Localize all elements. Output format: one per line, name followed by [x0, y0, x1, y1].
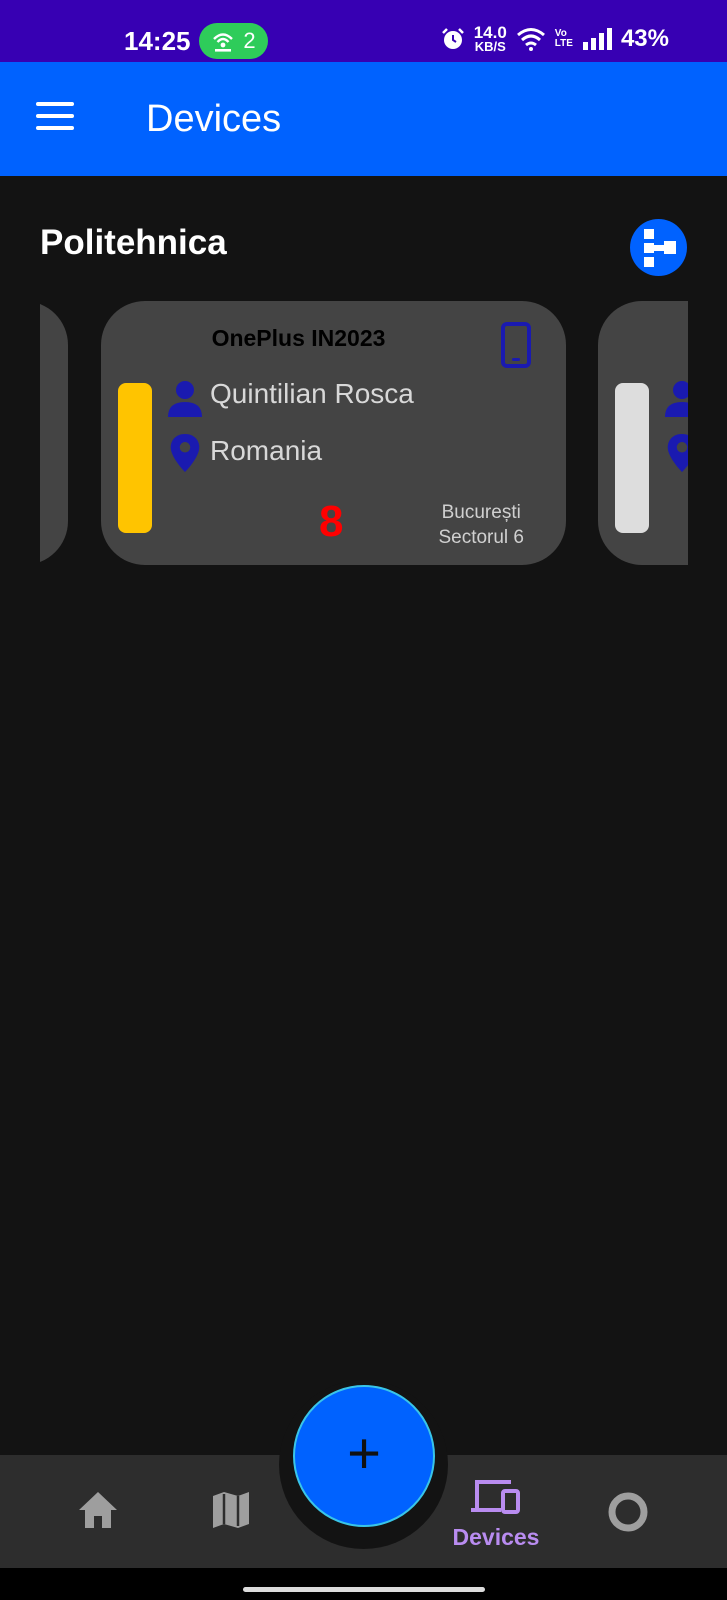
network-speed-unit: KB/S: [474, 39, 506, 54]
device-carousel[interactable]: OnePlus IN2023 Quintilian Rosca Romania …: [40, 301, 688, 565]
signal-icon: [582, 28, 612, 50]
hamburger-menu-icon[interactable]: [36, 102, 76, 134]
battery-level: 43%: [620, 25, 669, 52]
page-title: Devices: [146, 98, 282, 140]
device-owner: Quintilian Rosca: [210, 378, 414, 409]
person-icon: [665, 381, 688, 417]
volte-indicator: Vo LTE: [554, 28, 573, 49]
app-bar: Devices: [0, 62, 727, 176]
app-screen: 14:25 2 14.0 KB/S Vo LTE 43% Devices Pol…: [0, 0, 727, 1600]
device-card-next[interactable]: [598, 301, 688, 565]
device-status-indicator: [615, 383, 649, 533]
device-district: Sectorul 6: [438, 527, 524, 548]
hotspot-icon: [213, 33, 234, 52]
device-name: OnePlus IN2023: [211, 325, 386, 351]
plus-icon: +: [347, 1421, 381, 1486]
hierarchy-icon: [644, 229, 676, 267]
system-status-bar: 14:25 2 14.0 KB/S Vo LTE 43%: [0, 0, 727, 62]
gesture-handle[interactable]: [243, 1587, 485, 1592]
network-speed: 14.0 KB/S: [473, 23, 507, 54]
device-location: București Sectorul 6: [438, 500, 524, 550]
home-icon[interactable]: [77, 1490, 119, 1530]
map-icon[interactable]: [212, 1490, 250, 1530]
hotspot-badge: 2: [199, 23, 268, 59]
smartphone-icon: [501, 322, 531, 368]
device-status-indicator: [118, 383, 152, 533]
devices-icon[interactable]: [471, 1478, 521, 1518]
location-pin-icon: [667, 433, 688, 473]
person-icon: [168, 381, 202, 417]
wifi-icon: [516, 28, 545, 51]
hierarchy-button[interactable]: [630, 219, 687, 276]
device-card-previous[interactable]: [40, 301, 68, 565]
clock: 14:25: [124, 26, 191, 56]
location-pin-icon: [170, 433, 200, 473]
device-country: Romania: [210, 435, 323, 466]
network-speed-value: 14.0: [473, 23, 507, 42]
device-city: București: [441, 502, 521, 523]
nav-label-devices[interactable]: Devices: [438, 1524, 554, 1551]
device-card[interactable]: OnePlus IN2023 Quintilian Rosca Romania …: [101, 301, 566, 565]
device-count: 8: [319, 497, 344, 546]
circle-icon[interactable]: [607, 1491, 649, 1533]
status-icons: 14.0 KB/S Vo LTE 43%: [441, 23, 669, 54]
section-title: Politehnica: [40, 223, 227, 262]
alarm-icon: [441, 28, 464, 49]
add-device-button[interactable]: +: [293, 1385, 435, 1527]
hotspot-count: 2: [243, 28, 256, 53]
system-navigation-area: [0, 1568, 727, 1600]
